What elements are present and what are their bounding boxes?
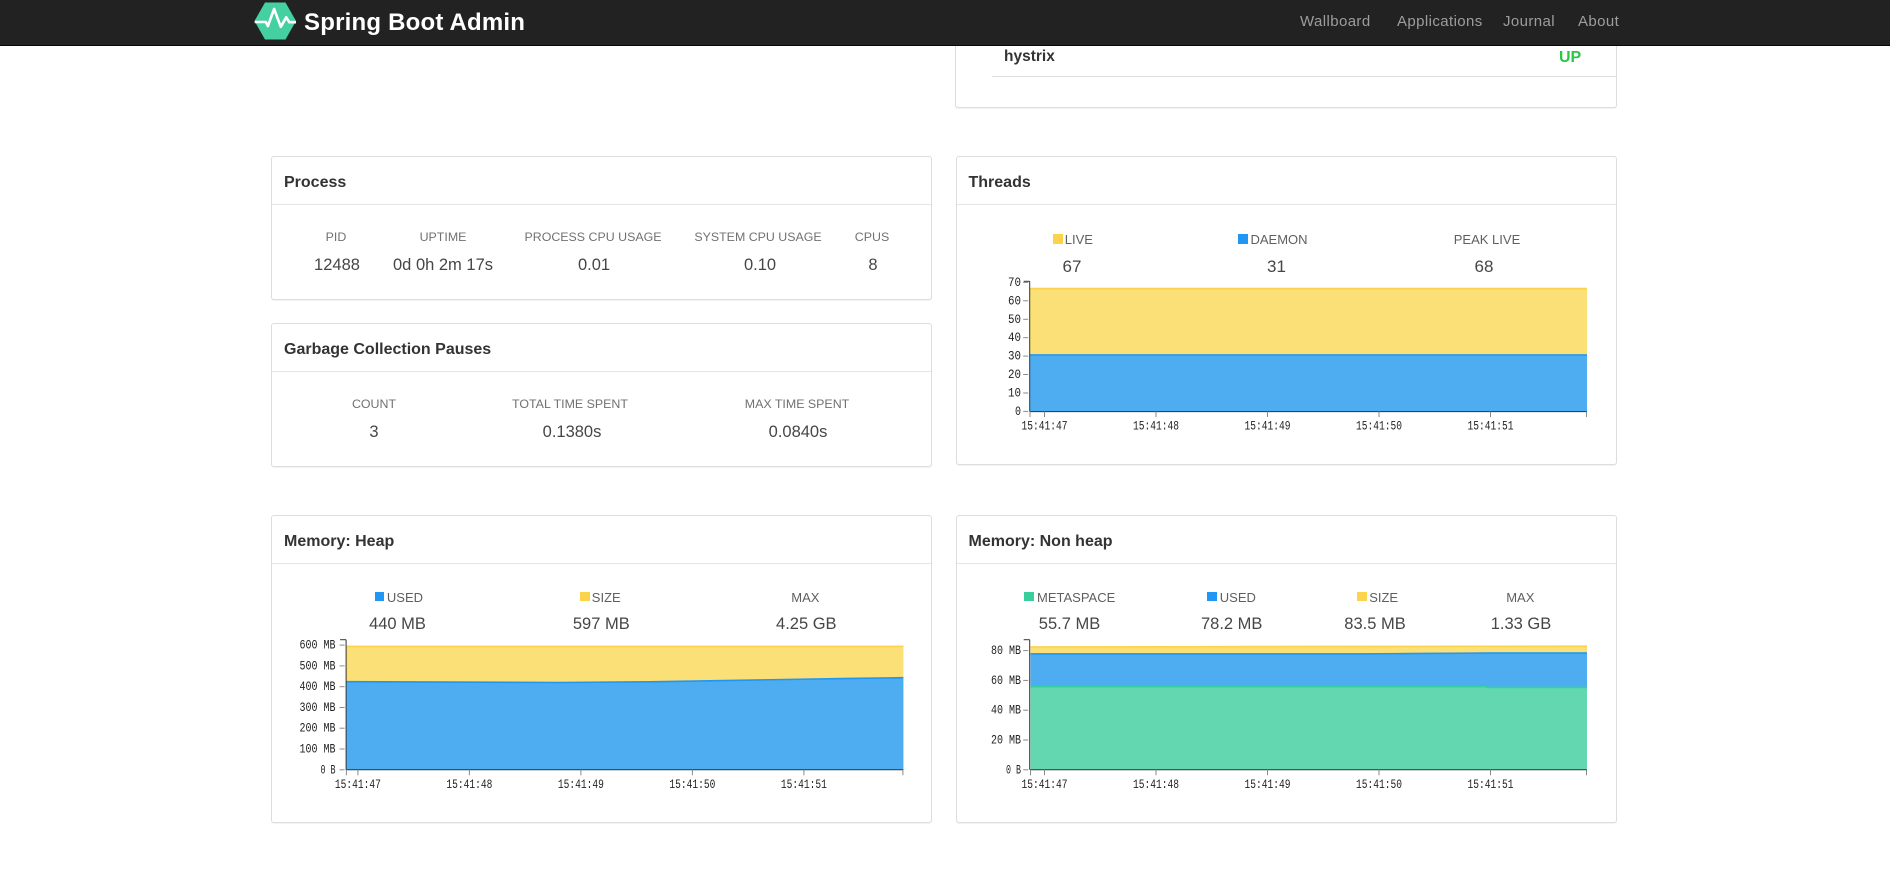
svg-text:15:41:47: 15:41:47 — [1022, 420, 1068, 434]
svg-text:200 MB: 200 MB — [300, 722, 336, 736]
svg-text:60: 60 — [1008, 294, 1021, 308]
svg-text:15:41:48: 15:41:48 — [1133, 420, 1179, 434]
svg-text:15:41:47: 15:41:47 — [1022, 778, 1068, 792]
svg-text:20 MB: 20 MB — [991, 734, 1021, 748]
svg-text:15:41:49: 15:41:49 — [1245, 778, 1291, 792]
svg-text:15:41:51: 15:41:51 — [1468, 420, 1514, 434]
svg-text:15:41:49: 15:41:49 — [1245, 420, 1291, 434]
svg-text:15:41:48: 15:41:48 — [1133, 778, 1179, 792]
svg-text:400 MB: 400 MB — [300, 680, 336, 694]
svg-text:15:41:50: 15:41:50 — [669, 778, 715, 792]
svg-text:0: 0 — [1015, 405, 1021, 419]
svg-text:600 MB: 600 MB — [300, 639, 336, 653]
svg-text:0 B: 0 B — [1006, 763, 1021, 777]
svg-text:15:41:50: 15:41:50 — [1356, 420, 1402, 434]
svg-text:0 B: 0 B — [321, 763, 336, 777]
svg-text:15:41:51: 15:41:51 — [781, 778, 827, 792]
svg-text:50: 50 — [1008, 313, 1021, 327]
svg-text:10: 10 — [1008, 387, 1021, 401]
svg-text:80 MB: 80 MB — [991, 644, 1021, 658]
svg-text:60 MB: 60 MB — [991, 674, 1021, 688]
svg-text:20: 20 — [1008, 368, 1021, 382]
svg-text:40: 40 — [1008, 331, 1021, 345]
svg-text:100 MB: 100 MB — [300, 743, 336, 757]
svg-text:15:41:50: 15:41:50 — [1356, 778, 1402, 792]
svg-text:40 MB: 40 MB — [991, 704, 1021, 718]
svg-text:15:41:48: 15:41:48 — [446, 778, 492, 792]
svg-text:15:41:51: 15:41:51 — [1468, 778, 1514, 792]
svg-text:70: 70 — [1008, 276, 1021, 290]
svg-text:500 MB: 500 MB — [300, 659, 336, 673]
svg-text:15:41:49: 15:41:49 — [558, 778, 604, 792]
svg-text:300 MB: 300 MB — [300, 701, 336, 715]
svg-text:15:41:47: 15:41:47 — [335, 778, 381, 792]
svg-text:30: 30 — [1008, 350, 1021, 364]
